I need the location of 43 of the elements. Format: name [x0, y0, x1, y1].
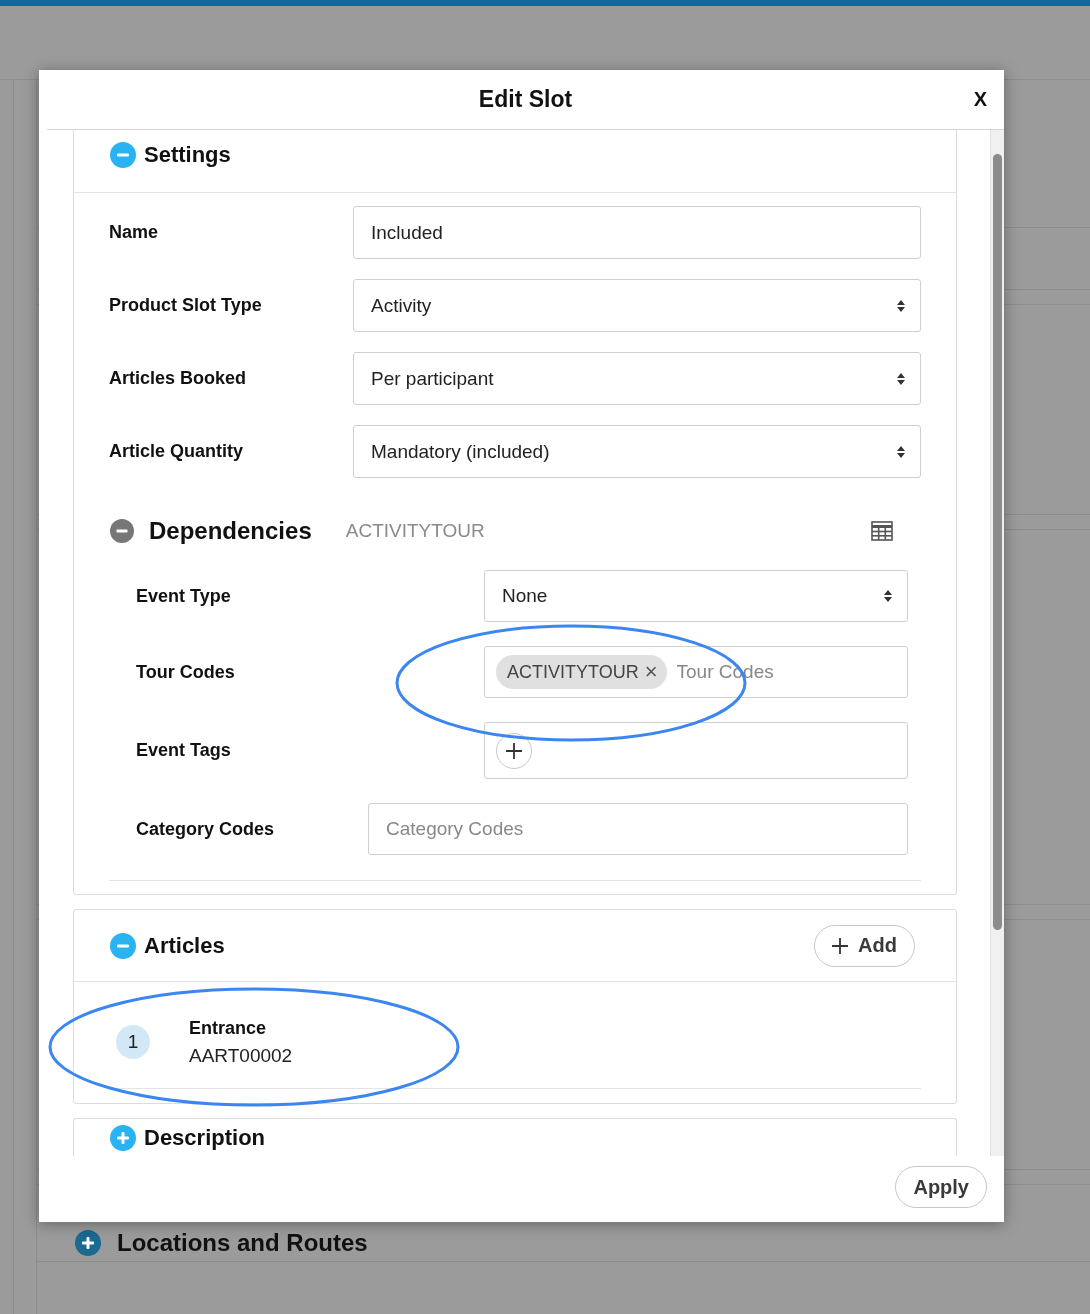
table-icon[interactable] — [871, 521, 893, 541]
select-field[interactable]: Activity — [353, 279, 921, 332]
article-code: AART00002 — [189, 1044, 293, 1068]
add-button[interactable]: Add — [814, 924, 915, 967]
minus-circle-icon[interactable] — [110, 932, 136, 959]
field-label: Category Codes — [136, 818, 276, 840]
close-button[interactable]: X — [973, 88, 987, 111]
sort-caret-icon — [883, 589, 893, 603]
sort-caret-icon — [896, 298, 906, 313]
plus-icon — [506, 743, 522, 759]
plus-circle-icon[interactable] — [75, 1229, 101, 1256]
section-title: Settings — [144, 142, 231, 168]
section-title: Description — [144, 1125, 266, 1151]
add-tag-button[interactable] — [496, 733, 532, 769]
minus-circle-icon[interactable] — [110, 142, 136, 168]
number-badge: 1 — [116, 1025, 150, 1059]
section-title: Dependencies — [149, 517, 312, 545]
article-name: Entrance — [189, 1017, 268, 1040]
text-field[interactable]: Category Codes — [368, 803, 908, 855]
sort-caret-icon — [896, 371, 906, 386]
remove-tag-button[interactable]: × — [644, 661, 658, 683]
field-label: Event Type — [136, 585, 232, 607]
text-field[interactable]: Included — [353, 206, 921, 259]
sort-caret-icon — [896, 444, 906, 459]
dialog-title: Edit Slot — [478, 86, 573, 113]
dependency-summary: ACTIVITYTOUR — [345, 520, 485, 542]
scrollbar-thumb[interactable] — [993, 154, 1002, 930]
select-field[interactable]: Per participant — [353, 352, 921, 405]
minus-circle-icon[interactable] — [110, 519, 134, 543]
tag-label: ACTIVITYTOUR — [507, 661, 639, 683]
field-label: Tour Codes — [136, 661, 236, 683]
field-label: Articles Booked — [109, 368, 248, 389]
field-label: Event Tags — [136, 740, 232, 761]
section-title: Articles — [144, 932, 225, 959]
select-field[interactable]: Mandatory (included) — [353, 425, 921, 478]
plus-icon — [832, 937, 849, 954]
field-label: Article Quantity — [109, 441, 245, 462]
field-label: Name — [109, 222, 160, 243]
field-label: Product Slot Type — [109, 295, 263, 316]
select-field[interactable]: None — [484, 570, 908, 622]
tag-input-field[interactable] — [484, 722, 908, 779]
section-title: Locations and Routes — [117, 1229, 368, 1256]
apply-button[interactable]: Apply — [895, 1166, 987, 1208]
